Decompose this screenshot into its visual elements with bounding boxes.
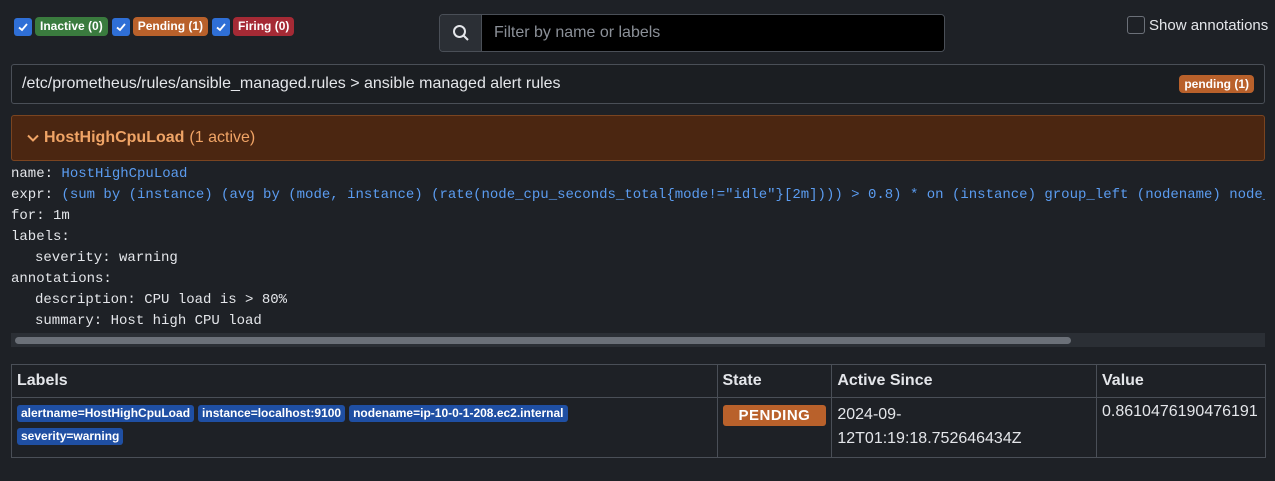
rule-header[interactable]: HostHighCpuLoad (1 active) <box>11 115 1265 161</box>
rule-name-link[interactable]: HostHighCpuLoad <box>61 166 187 182</box>
rule-definition: name: HostHighCpuLoad expr: (sum by (inst… <box>11 164 1265 332</box>
rule-labels-key: labels: <box>11 229 70 245</box>
checkbox-checked-icon[interactable] <box>14 17 32 36</box>
search-box <box>439 14 945 52</box>
alerts-page: Inactive (0) Pending (1) Firing (0) Show… <box>0 0 1275 481</box>
label-chip: instance=localhost:9100 <box>198 405 346 422</box>
rule-for-line: for: 1m <box>11 208 70 224</box>
horizontal-scrollbar[interactable] <box>11 333 1265 347</box>
rule-group-header[interactable]: /etc/prometheus/rules/ansible_managed.ru… <box>11 64 1265 104</box>
rule-summary-line: summary: Host high CPU load <box>35 313 262 329</box>
active-since-line-1: 2024-09- <box>837 406 902 423</box>
rule-annotations-key: annotations: <box>11 271 112 287</box>
col-header-labels: Labels <box>11 364 718 398</box>
col-header-value: Value <box>1096 364 1266 398</box>
state-badge: PENDING <box>722 405 827 426</box>
checkbox-unchecked-icon[interactable] <box>1127 16 1145 34</box>
filter-firing[interactable]: Firing (0) <box>212 17 295 36</box>
show-annotations-toggle[interactable]: Show annotations <box>1127 16 1268 34</box>
rule-name: HostHighCpuLoad <box>44 129 185 146</box>
labels-cell: alertname=HostHighCpuLoad instance=localh… <box>11 397 718 458</box>
rule-group-title: /etc/prometheus/rules/ansible_managed.ru… <box>22 75 561 92</box>
state-cell: PENDING <box>716 397 833 458</box>
state-filters: Inactive (0) Pending (1) Firing (0) <box>14 17 298 36</box>
show-annotations-label: Show annotations <box>1149 16 1269 34</box>
rule-severity-line: severity: warning <box>35 250 178 266</box>
value-cell: 0.8610476190476191 <box>1096 397 1266 458</box>
alerts-table: Labels State Active Since Value alertnam… <box>11 364 1266 458</box>
table-header-row: Labels State Active Since Value <box>11 364 1266 398</box>
col-header-active-since: Active Since <box>831 364 1097 398</box>
filter-pending[interactable]: Pending (1) <box>111 17 209 36</box>
rule-name-line: name: HostHighCpuLoad <box>11 166 188 182</box>
rule-expr-line: expr: (sum by (instance) (avg by (mode, … <box>11 185 1265 206</box>
scrollbar-thumb[interactable] <box>15 337 1071 344</box>
rule-description-line: description: CPU load is > 80% <box>35 292 288 308</box>
col-header-state: State <box>716 364 833 398</box>
rule-expr-link[interactable]: (sum by (instance) (avg by (mode, instan… <box>61 187 1265 203</box>
filter-firing-badge: Firing (0) <box>233 17 295 36</box>
table-row: alertname=HostHighCpuLoad instance=localh… <box>11 397 1266 458</box>
label-chip: alertname=HostHighCpuLoad <box>17 405 195 422</box>
checkbox-checked-icon[interactable] <box>212 17 231 36</box>
filter-pending-badge: Pending (1) <box>132 17 209 36</box>
rule-group-status-badge: pending (1) <box>1179 75 1254 93</box>
checkbox-checked-icon[interactable] <box>111 17 130 36</box>
label-chip: nodename=ip-10-0-1-208.ec2.internal <box>349 405 568 422</box>
active-since-cell: 2024-09- 12T01:19:18.752646434Z <box>831 397 1097 458</box>
active-since-line-2: 12T01:19:18.752646434Z <box>837 430 1022 447</box>
label-chip: severity=warning <box>17 428 124 445</box>
chevron-down-icon[interactable] <box>26 131 40 145</box>
search-button[interactable] <box>440 15 482 51</box>
filter-inactive[interactable]: Inactive (0) <box>14 17 108 36</box>
search-icon <box>452 25 469 41</box>
rule-active-count: (1 active) <box>189 129 256 146</box>
filter-inactive-badge: Inactive (0) <box>35 17 108 36</box>
search-input[interactable] <box>482 15 944 51</box>
